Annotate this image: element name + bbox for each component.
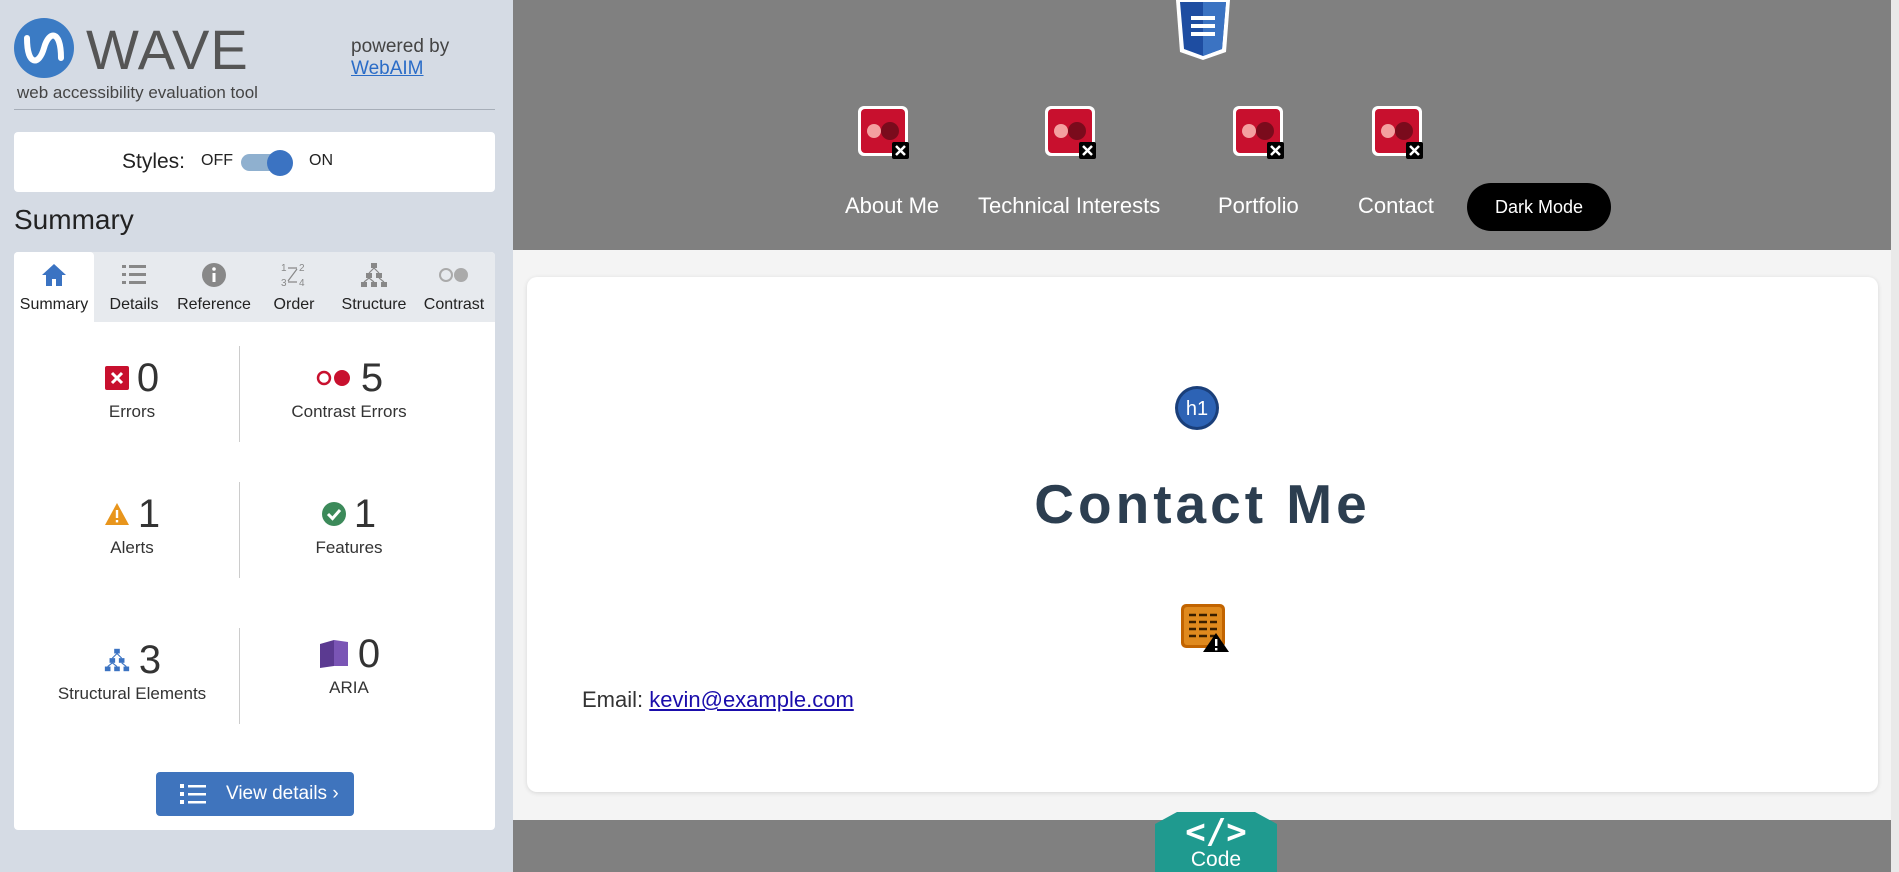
nav-about-me[interactable]: About Me [845,0,939,250]
stat-aria[interactable]: 0 ARIA [241,632,457,698]
alert-icon [104,503,129,525]
contrast-error-icon [858,106,909,159]
nav-label: Portfolio [1218,193,1299,218]
styles-toggle-box: Styles: OFF ON [14,132,495,192]
nav-label: Technical Interests [978,193,1161,218]
alerts-count: 1 [137,491,161,536]
features-label: Features [315,538,383,557]
email-label: Email: [582,687,644,712]
h1-badge-text: h1 [1186,398,1208,420]
structure-icon [104,648,130,672]
nav-label: About Me [845,193,940,218]
powered-by-text: powered by [351,36,450,57]
contrast-error-icon [1372,106,1423,159]
tab-summary[interactable]: Summary [14,252,94,322]
order-icon: 1 2 3 4 [281,263,305,289]
aria-count: 0 [357,631,381,676]
alerts-label: Alerts [110,538,154,557]
wave-sidebar: WAVE web accessibility evaluation tool p… [0,0,513,872]
page-preview: About Me Technical Interests Portfolio C… [513,0,1899,872]
tab-label: Details [109,296,159,313]
errors-label: Errors [108,402,156,421]
tab-label: Summary [19,296,89,313]
stat-contrast-errors[interactable]: 5 Contrast Errors [241,356,457,422]
toggle-knob [267,150,293,176]
contrast-errors-label: Contrast Errors [291,402,407,421]
feature-icon [321,502,346,526]
justified-text-alert-icon[interactable] [1180,603,1230,653]
email-link[interactable]: kevin@example.com [649,687,854,712]
styles-on-label: ON [309,152,333,169]
tab-label: Reference [177,296,251,313]
contrast-error-icon [1233,106,1284,159]
list-icon [180,784,206,804]
dark-mode-button[interactable]: Dark Mode [1467,183,1611,231]
aria-icon [319,640,348,668]
error-icon [104,366,129,390]
summary-heading: Summary [14,204,134,235]
tab-label: Structure [341,296,407,313]
errors-count: 0 [136,355,160,400]
svg-text:2: 2 [299,263,305,274]
svg-text:1: 1 [281,263,287,274]
view-details-label: View details › [226,783,339,804]
nav-portfolio[interactable]: Portfolio [1218,0,1299,250]
webaim-link[interactable]: WebAIM [351,58,424,79]
info-icon [202,263,226,287]
nav-technical-interests[interactable]: Technical Interests [978,0,1161,250]
tab-label: Order [273,296,315,313]
h1-heading-icon[interactable]: h1 [1174,385,1220,431]
home-icon [42,264,66,286]
tab-reference[interactable]: Reference [174,252,254,322]
wave-subtitle: web accessibility evaluation tool [17,83,258,102]
stat-errors[interactable]: 0 Errors [24,356,240,422]
structural-count: 3 [138,637,162,682]
nav-contact[interactable]: Contact [1358,0,1434,250]
email-line: Email: kevin@example.com [582,687,854,713]
summary-panel: Summary Details Reference 1 2 3 4 Order Str… [14,252,495,830]
wave-logo-icon [14,18,74,78]
svg-text:3: 3 [281,278,287,289]
styles-off-label: OFF [201,152,233,169]
code-toggle-button[interactable]: </> Code [1155,810,1277,872]
page-title: Contact Me [1034,473,1371,535]
scrollbar[interactable] [1891,0,1899,872]
panel-tabs: Summary Details Reference 1 2 3 4 Order Str… [14,252,495,322]
structure-icon [361,263,387,287]
stat-features[interactable]: 1 Features [241,492,457,558]
contrast-error-icon [1045,106,1096,159]
list-icon [122,265,146,284]
tab-details[interactable]: Details [94,252,174,322]
view-details-button[interactable]: View details › [156,772,354,816]
code-label: Code [1190,848,1242,871]
styles-toggle[interactable] [239,150,297,176]
stat-structural-elements[interactable]: 3 Structural Elements [24,638,240,704]
code-icon: </> [1185,812,1247,852]
tab-structure[interactable]: Structure [334,252,414,322]
contrast-error-icon [316,370,350,386]
tab-label: Contrast [423,296,485,313]
site-header: About Me Technical Interests Portfolio C… [513,0,1899,250]
stat-alerts[interactable]: 1 Alerts [24,492,240,558]
structural-label: Structural Elements [57,684,207,703]
tab-contrast[interactable]: Contrast [414,252,494,322]
wave-logo-text: WAVE [86,18,249,81]
nav-label: Contact [1358,193,1434,218]
summary-stats: 0 Errors 5 Contrast Errors 1 Alerts 1 Fe… [14,322,495,762]
features-count: 1 [353,491,377,536]
divider [14,109,495,110]
contrast-errors-count: 5 [360,355,384,400]
powered-by: powered by WebAIM [351,36,449,80]
tab-order[interactable]: 1 2 3 4 Order [254,252,334,322]
styles-label: Styles: [122,150,186,173]
svg-text:4: 4 [299,278,305,289]
aria-label: ARIA [329,678,369,697]
contrast-icon [439,268,468,282]
